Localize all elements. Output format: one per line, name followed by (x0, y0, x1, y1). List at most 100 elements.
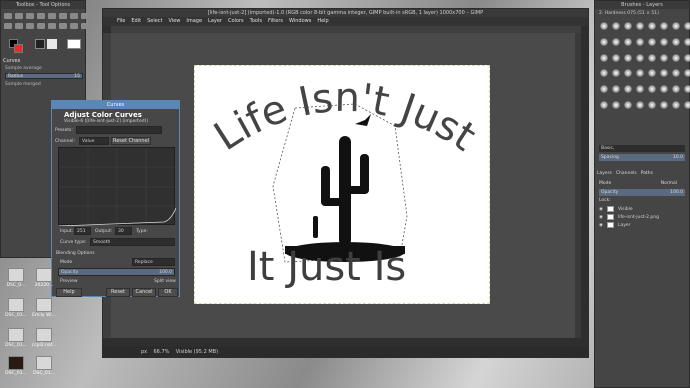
layer-name: Layer (617, 222, 631, 228)
desktop-icon[interactable]: DSC_01... (30, 356, 58, 376)
menu-view[interactable]: View (169, 17, 181, 26)
brush-grid[interactable] (595, 18, 690, 118)
sample-merged-label: Sample merged (5, 82, 41, 87)
file-icon (8, 328, 24, 342)
desktop-icon[interactable]: DSC_01... (2, 356, 30, 376)
curves-dialog: Curves Adjust Color Curves Visible-6 ([l… (51, 100, 180, 297)
blend-mode-label: Mode (60, 260, 73, 265)
tab-layers[interactable]: Layers (597, 171, 612, 176)
dock-tabs: Layers Channels Paths (597, 171, 653, 176)
brush-name: 2. Hardness 075 (51 × 51) (599, 11, 659, 16)
layers-list: ◉ Visible ◉ life-isnt-just-2.png ◉ Layer (595, 205, 689, 229)
input-label: Input: (60, 229, 74, 234)
menu-help[interactable]: Help (317, 17, 328, 26)
desktop-icon[interactable]: DSC_01... (2, 298, 30, 318)
tool-options-title: Curves (3, 58, 21, 64)
brush-preset-select[interactable]: Basic, (599, 145, 685, 152)
preview-checkbox[interactable]: Preview (60, 279, 78, 284)
radius-label: Radius (8, 74, 24, 79)
menu-select[interactable]: Select (147, 17, 162, 26)
desktop-icon-label: DSC_01... (5, 371, 27, 376)
tab-paths[interactable]: Paths (641, 171, 653, 176)
bg-color-swatch[interactable] (14, 44, 23, 53)
menu-colors[interactable]: Colors (228, 17, 244, 26)
spacing-slider[interactable]: Spacing 10.0 (599, 154, 685, 161)
blend-opacity-value: 100.0 (159, 270, 172, 275)
output-field[interactable]: 30 (115, 227, 132, 235)
layer-row[interactable]: ◉ Layer (595, 221, 689, 229)
layer-name: Visible (617, 206, 633, 212)
brush-preview-icon[interactable] (35, 39, 45, 49)
help-button[interactable]: Help (56, 288, 82, 297)
desktop-icon[interactable]: ccpl2.naf... (30, 328, 58, 348)
layer-opacity-slider[interactable]: Opacity 100.0 (599, 189, 685, 196)
file-icon (36, 298, 52, 312)
curves-dialog-title: Curves (52, 101, 179, 109)
file-icon (8, 356, 24, 370)
brushes-title: Brushes - Layers (595, 1, 689, 9)
gradient-preview-icon[interactable] (67, 39, 81, 49)
channel-select[interactable]: Value (79, 137, 109, 145)
artwork-bottom-text: It Just Is (247, 244, 407, 290)
status-zoom[interactable]: 66.7% (154, 349, 170, 355)
spacing-value: 10.0 (672, 155, 683, 160)
layer-name: life-isnt-just-2.png (617, 214, 659, 220)
menu-tools[interactable]: Tools (250, 17, 262, 26)
menu-windows[interactable]: Windows (289, 17, 311, 26)
blend-opacity-label: Opacity (61, 270, 79, 275)
canvas-area[interactable]: Life Isn't Just It Just Is (111, 33, 581, 338)
status-text: Visible (95.2 MB) (175, 349, 219, 355)
reset-button[interactable]: Reset (106, 288, 130, 297)
menu-layer[interactable]: Layer (208, 17, 222, 26)
desktop-icon[interactable]: DSC_01... (2, 328, 30, 348)
status-bar: px 66.7% Visible (95.2 MB) (103, 347, 588, 357)
status-unit[interactable]: px (141, 349, 147, 355)
blending-options-label[interactable]: Blending Options (56, 251, 95, 256)
image-canvas[interactable]: Life Isn't Just It Just Is (194, 65, 490, 304)
pattern-preview-icon[interactable] (47, 39, 57, 49)
presets-select[interactable] (76, 126, 162, 134)
menu-image[interactable]: Image (186, 17, 202, 26)
vertical-scrollbar[interactable] (575, 33, 581, 338)
menu-edit[interactable]: Edit (131, 17, 141, 26)
mode-value[interactable]: Normal (661, 181, 677, 186)
input-field[interactable]: 251 (74, 227, 91, 235)
eye-icon[interactable]: ◉ (599, 215, 603, 220)
desktop-icon[interactable]: Emily Wi... (30, 298, 58, 318)
tool-grid[interactable] (1, 9, 89, 35)
split-view-checkbox[interactable]: Split view (154, 279, 176, 284)
file-icon (8, 298, 24, 312)
curve-type-select[interactable]: Smooth (90, 238, 175, 246)
layer-thumbnail (606, 214, 614, 220)
desktop-icon[interactable]: DSC_0... (2, 268, 30, 288)
layer-opacity-value: 100.0 (670, 190, 683, 195)
sample-average-label: Sample average (5, 66, 42, 71)
curve-svg (58, 148, 177, 227)
reset-channel-button[interactable]: Reset Channel (111, 137, 151, 145)
menu-file[interactable]: File (117, 17, 125, 26)
eye-icon[interactable]: ◉ (599, 207, 603, 212)
horizontal-ruler[interactable] (111, 26, 581, 33)
blend-mode-select[interactable]: Replace (132, 258, 175, 266)
radius-slider[interactable]: Radius 15 (5, 73, 83, 79)
blend-opacity-slider[interactable]: Opacity 100.0 (58, 268, 175, 276)
layer-mode-row[interactable]: Mode Normal (599, 181, 685, 186)
layer-thumbnail (606, 206, 614, 212)
eye-icon[interactable]: ◉ (599, 223, 603, 228)
desktop-icon[interactable]: 20220... (30, 268, 58, 288)
desktop-icon-label: Emily Wi... (32, 313, 56, 318)
desktop-icon-label: DSC_01... (33, 371, 55, 376)
ok-button[interactable]: OK (158, 288, 178, 297)
layer-row[interactable]: ◉ life-isnt-just-2.png (595, 213, 689, 221)
layer-row[interactable]: ◉ Visible (595, 205, 689, 213)
cancel-button[interactable]: Cancel (132, 288, 156, 297)
curve-graph[interactable] (58, 147, 177, 227)
file-icon (36, 328, 52, 342)
curves-heading: Adjust Color Curves (64, 111, 142, 119)
menu-filters[interactable]: Filters (268, 17, 283, 26)
tab-channels[interactable]: Channels (616, 171, 637, 176)
file-icon (36, 356, 52, 370)
desktop: { "toolbox": { "title": "Toolbox - Tool … (0, 0, 690, 388)
file-icon (8, 268, 24, 282)
radius-value: 15 (74, 74, 80, 79)
